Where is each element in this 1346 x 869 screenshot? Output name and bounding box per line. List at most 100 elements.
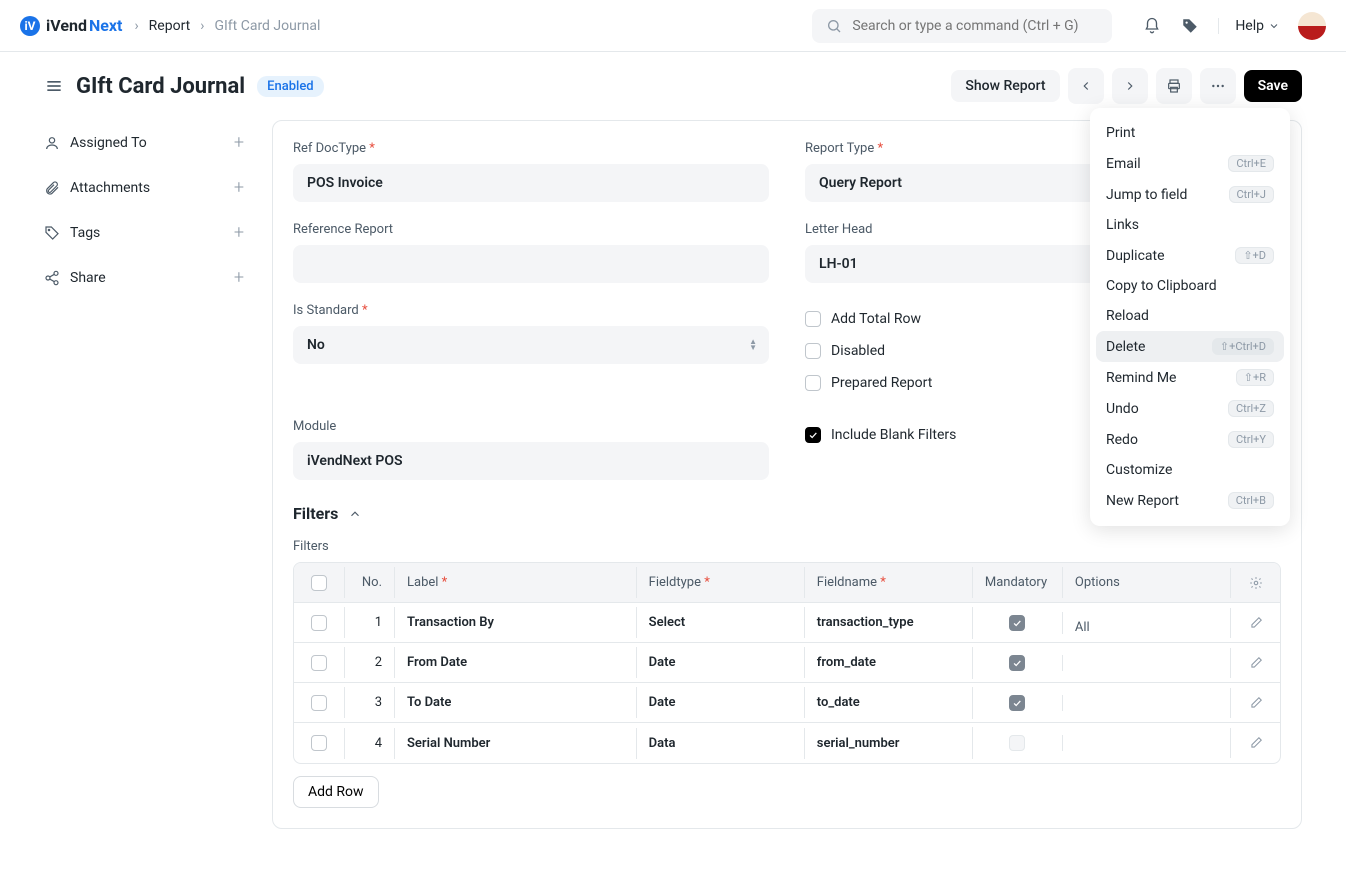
- row-label[interactable]: Serial Number: [394, 728, 636, 759]
- table-row[interactable]: 2From DateDatefrom_date: [294, 643, 1280, 683]
- row-label[interactable]: From Date: [394, 647, 636, 678]
- plus-icon[interactable]: +: [234, 267, 244, 288]
- prev-button[interactable]: [1068, 68, 1104, 104]
- is-standard-select[interactable]: No ▲▼: [293, 326, 769, 364]
- row-mandatory[interactable]: [972, 607, 1062, 639]
- row-mandatory[interactable]: [972, 687, 1062, 719]
- row-options[interactable]: [1062, 655, 1230, 671]
- menu-item-label: Delete: [1106, 339, 1145, 355]
- row-edit[interactable]: [1230, 688, 1280, 718]
- help-button[interactable]: Help: [1218, 18, 1280, 34]
- user-icon: [44, 135, 60, 151]
- search-box[interactable]: [812, 9, 1112, 43]
- tag-icon[interactable]: [1180, 16, 1200, 36]
- menu-item-label: Email: [1106, 156, 1141, 172]
- table-row[interactable]: 4Serial NumberDataserial_number: [294, 723, 1280, 763]
- menu-shortcut: Ctrl+J: [1229, 186, 1274, 203]
- menu-shortcut: ⇧+Ctrl+D: [1212, 338, 1274, 355]
- menu-shortcut: ⇧+R: [1236, 369, 1274, 386]
- status-badge: Enabled: [257, 76, 324, 97]
- header-mandatory: Mandatory: [972, 567, 1062, 598]
- plus-icon[interactable]: +: [234, 222, 244, 243]
- table-row[interactable]: 3To DateDateto_date: [294, 683, 1280, 723]
- reference-report-input[interactable]: [293, 245, 769, 283]
- pencil-icon: [1249, 616, 1263, 630]
- save-button[interactable]: Save: [1244, 70, 1302, 102]
- menu-item-reload[interactable]: Reload: [1090, 301, 1290, 331]
- show-report-button[interactable]: Show Report: [951, 70, 1059, 102]
- module-input[interactable]: iVendNext POS: [293, 442, 769, 480]
- header-checkbox[interactable]: [294, 567, 344, 599]
- menu-item-jump-to-field[interactable]: Jump to fieldCtrl+J: [1090, 179, 1290, 210]
- next-button[interactable]: [1112, 68, 1148, 104]
- menu-item-links[interactable]: Links: [1090, 210, 1290, 240]
- menu-item-remind-me[interactable]: Remind Me⇧+R: [1090, 362, 1290, 393]
- row-edit[interactable]: [1230, 648, 1280, 678]
- row-options[interactable]: [1062, 735, 1230, 751]
- menu-item-new-report[interactable]: New ReportCtrl+B: [1090, 485, 1290, 516]
- menu-toggle-icon[interactable]: [44, 76, 64, 96]
- row-fieldtype[interactable]: Data: [636, 728, 804, 759]
- plus-icon[interactable]: +: [234, 132, 244, 153]
- menu-item-duplicate[interactable]: Duplicate⇧+D: [1090, 240, 1290, 271]
- pencil-icon: [1249, 736, 1263, 750]
- menu-shortcut: Ctrl+B: [1228, 492, 1274, 509]
- row-checkbox[interactable]: [294, 727, 344, 759]
- row-checkbox[interactable]: [294, 687, 344, 719]
- chevron-up-icon: [348, 507, 362, 521]
- menu-item-print[interactable]: Print: [1090, 118, 1290, 148]
- row-edit[interactable]: [1230, 608, 1280, 638]
- row-edit[interactable]: [1230, 728, 1280, 758]
- search-input[interactable]: [852, 18, 1098, 34]
- sidebar-item-share[interactable]: Share +: [44, 255, 244, 300]
- table-row[interactable]: 1Transaction BySelecttransaction_typeAll…: [294, 603, 1280, 643]
- add-row-button[interactable]: Add Row: [293, 776, 379, 808]
- checkbox-icon: [805, 427, 821, 443]
- row-options[interactable]: [1062, 695, 1230, 711]
- share-icon: [44, 270, 60, 286]
- user-avatar[interactable]: [1298, 12, 1326, 40]
- row-checkbox[interactable]: [294, 647, 344, 679]
- sidebar-item-attachments[interactable]: Attachments +: [44, 165, 244, 210]
- sidebar-item-label: Share: [70, 270, 106, 286]
- menu-item-customize[interactable]: Customize: [1090, 455, 1290, 485]
- header-settings[interactable]: [1230, 568, 1280, 598]
- row-fieldtype[interactable]: Select: [636, 607, 804, 638]
- menu-item-redo[interactable]: RedoCtrl+Y: [1090, 424, 1290, 455]
- row-checkbox[interactable]: [294, 607, 344, 639]
- row-fieldname[interactable]: transaction_type: [804, 607, 972, 638]
- menu-item-label: Duplicate: [1106, 248, 1165, 264]
- row-fieldname[interactable]: serial_number: [804, 728, 972, 759]
- bell-icon[interactable]: [1142, 16, 1162, 36]
- row-options[interactable]: All Purchase: [1062, 612, 1230, 634]
- row-fieldname[interactable]: to_date: [804, 687, 972, 718]
- breadcrumb-parent[interactable]: Report: [149, 18, 191, 34]
- sidebar-item-label: Assigned To: [70, 135, 147, 151]
- plus-icon[interactable]: +: [234, 177, 244, 198]
- row-mandatory[interactable]: [972, 647, 1062, 679]
- chevron-right-icon: ›: [134, 18, 138, 34]
- menu-item-label: Reload: [1106, 308, 1149, 324]
- checkbox-icon: [805, 311, 821, 327]
- row-label[interactable]: Transaction By: [394, 607, 636, 638]
- sidebar-item-tags[interactable]: Tags +: [44, 210, 244, 255]
- ref-doctype-input[interactable]: POS Invoice: [293, 164, 769, 202]
- row-no: 3: [344, 687, 394, 718]
- menu-item-label: Links: [1106, 217, 1139, 233]
- row-mandatory[interactable]: [972, 727, 1062, 759]
- row-label[interactable]: To Date: [394, 687, 636, 718]
- row-fieldtype[interactable]: Date: [636, 687, 804, 718]
- more-menu-button[interactable]: [1200, 68, 1236, 104]
- menu-item-copy-to-clipboard[interactable]: Copy to Clipboard: [1090, 271, 1290, 301]
- menu-item-undo[interactable]: UndoCtrl+Z: [1090, 393, 1290, 424]
- row-fieldname[interactable]: from_date: [804, 647, 972, 678]
- sidebar-item-assigned-to[interactable]: Assigned To +: [44, 120, 244, 165]
- field-label: Ref DocType *: [293, 141, 769, 156]
- brand-suffix: Next: [89, 16, 122, 35]
- brand-logo[interactable]: iV iVendNext: [20, 16, 122, 36]
- menu-item-email[interactable]: EmailCtrl+E: [1090, 148, 1290, 179]
- print-button[interactable]: [1156, 68, 1192, 104]
- header-options: Options: [1062, 567, 1230, 598]
- menu-item-delete[interactable]: Delete ⇧+Ctrl+D: [1096, 331, 1284, 362]
- row-fieldtype[interactable]: Date: [636, 647, 804, 678]
